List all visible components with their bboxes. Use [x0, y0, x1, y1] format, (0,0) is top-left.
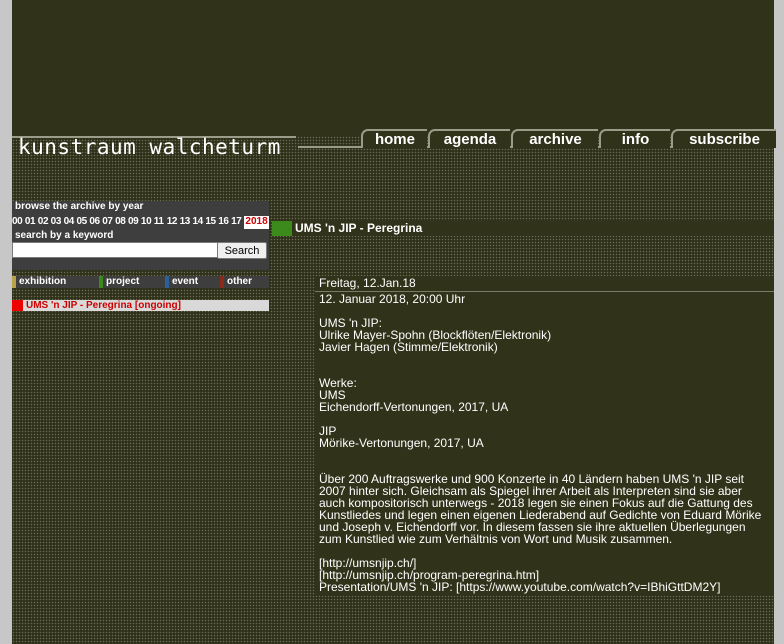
- year-link-17[interactable]: 17: [231, 216, 244, 229]
- event-date: Freitag, 12.Jan.18: [319, 276, 416, 290]
- year-link-01[interactable]: 01: [25, 216, 38, 229]
- year-link-current[interactable]: 2018: [244, 216, 270, 229]
- right-border: [774, 0, 784, 644]
- event-title: UMS 'n JIP - Peregrina: [295, 221, 423, 235]
- legend-swatch-exhibition: [12, 276, 16, 288]
- year-link-12[interactable]: 12: [167, 216, 180, 229]
- year-link-00[interactable]: 00: [12, 216, 25, 229]
- year-link-06[interactable]: 06: [89, 216, 102, 229]
- year-link-05[interactable]: 05: [76, 216, 89, 229]
- year-link-16[interactable]: 16: [218, 216, 231, 229]
- performer-line: Javier Hagen (Stimme/Elektronik): [319, 340, 498, 354]
- legend-label: project: [106, 276, 140, 287]
- ongoing-label: UMS 'n JIP - Peregrina [ongoing]: [26, 300, 181, 311]
- keyword-search-label: search by a keyword: [15, 230, 114, 241]
- nav-archive[interactable]: archive: [511, 129, 598, 148]
- works-heading: Werke:: [319, 376, 357, 390]
- site-title[interactable]: kunstraum walcheturm: [18, 135, 281, 159]
- work-title: Mörike-Vertonungen, 2017, UA: [319, 436, 484, 450]
- category-legend: exhibition project event other: [12, 276, 269, 288]
- year-link-07[interactable]: 07: [102, 216, 115, 229]
- legend-swatch-event: [165, 276, 169, 288]
- nav-subscribe[interactable]: subscribe: [671, 129, 776, 148]
- legend-swatch-other: [220, 276, 224, 288]
- year-list: 00 01 02 03 04 05 06 07 08 09 10 11 12 1…: [12, 216, 270, 229]
- year-link-14[interactable]: 14: [192, 216, 205, 229]
- ongoing-event-link[interactable]: UMS 'n JIP - Peregrina [ongoing]: [12, 300, 269, 311]
- year-link-09[interactable]: 09: [128, 216, 141, 229]
- year-link-04[interactable]: 04: [64, 216, 77, 229]
- legend-project[interactable]: project: [99, 276, 139, 288]
- event-description: Über 200 Auftragswerke und 900 Konzerte …: [319, 472, 762, 546]
- nav-info[interactable]: info: [599, 129, 670, 148]
- event-content: 12. Januar 2018, 20:00 Uhr UMS 'n JIP: U…: [319, 293, 769, 593]
- nav-home[interactable]: home: [361, 129, 427, 148]
- year-link-13[interactable]: 13: [180, 216, 193, 229]
- legend-label: exhibition: [19, 276, 67, 287]
- event-datetime: 12. Januar 2018, 20:00 Uhr: [319, 292, 466, 306]
- legend-swatch-project: [99, 276, 103, 288]
- external-link[interactable]: Presentation/UMS 'n JIP: [https://www.yo…: [319, 581, 769, 593]
- legend-exhibition[interactable]: exhibition: [12, 276, 66, 288]
- year-link-15[interactable]: 15: [205, 216, 218, 229]
- work-title: Eichendorff-Vertonungen, 2017, UA: [319, 400, 509, 414]
- legend-other[interactable]: other: [220, 276, 252, 288]
- left-border: [0, 0, 12, 644]
- year-link-11[interactable]: 11: [154, 216, 167, 229]
- legend-label: other: [227, 276, 252, 287]
- legend-label: event: [172, 276, 199, 287]
- year-link-03[interactable]: 03: [51, 216, 64, 229]
- search-button[interactable]: Search: [217, 242, 267, 259]
- year-link-02[interactable]: 02: [38, 216, 51, 229]
- event-category-swatch: [272, 221, 292, 236]
- year-link-08[interactable]: 08: [115, 216, 128, 229]
- legend-event[interactable]: event: [165, 276, 198, 288]
- nav-agenda[interactable]: agenda: [428, 129, 510, 148]
- archive-browse-label: browse the archive by year: [15, 201, 144, 212]
- ongoing-swatch: [12, 300, 23, 311]
- keyword-search-input[interactable]: [12, 242, 219, 258]
- year-link-10[interactable]: 10: [141, 216, 154, 229]
